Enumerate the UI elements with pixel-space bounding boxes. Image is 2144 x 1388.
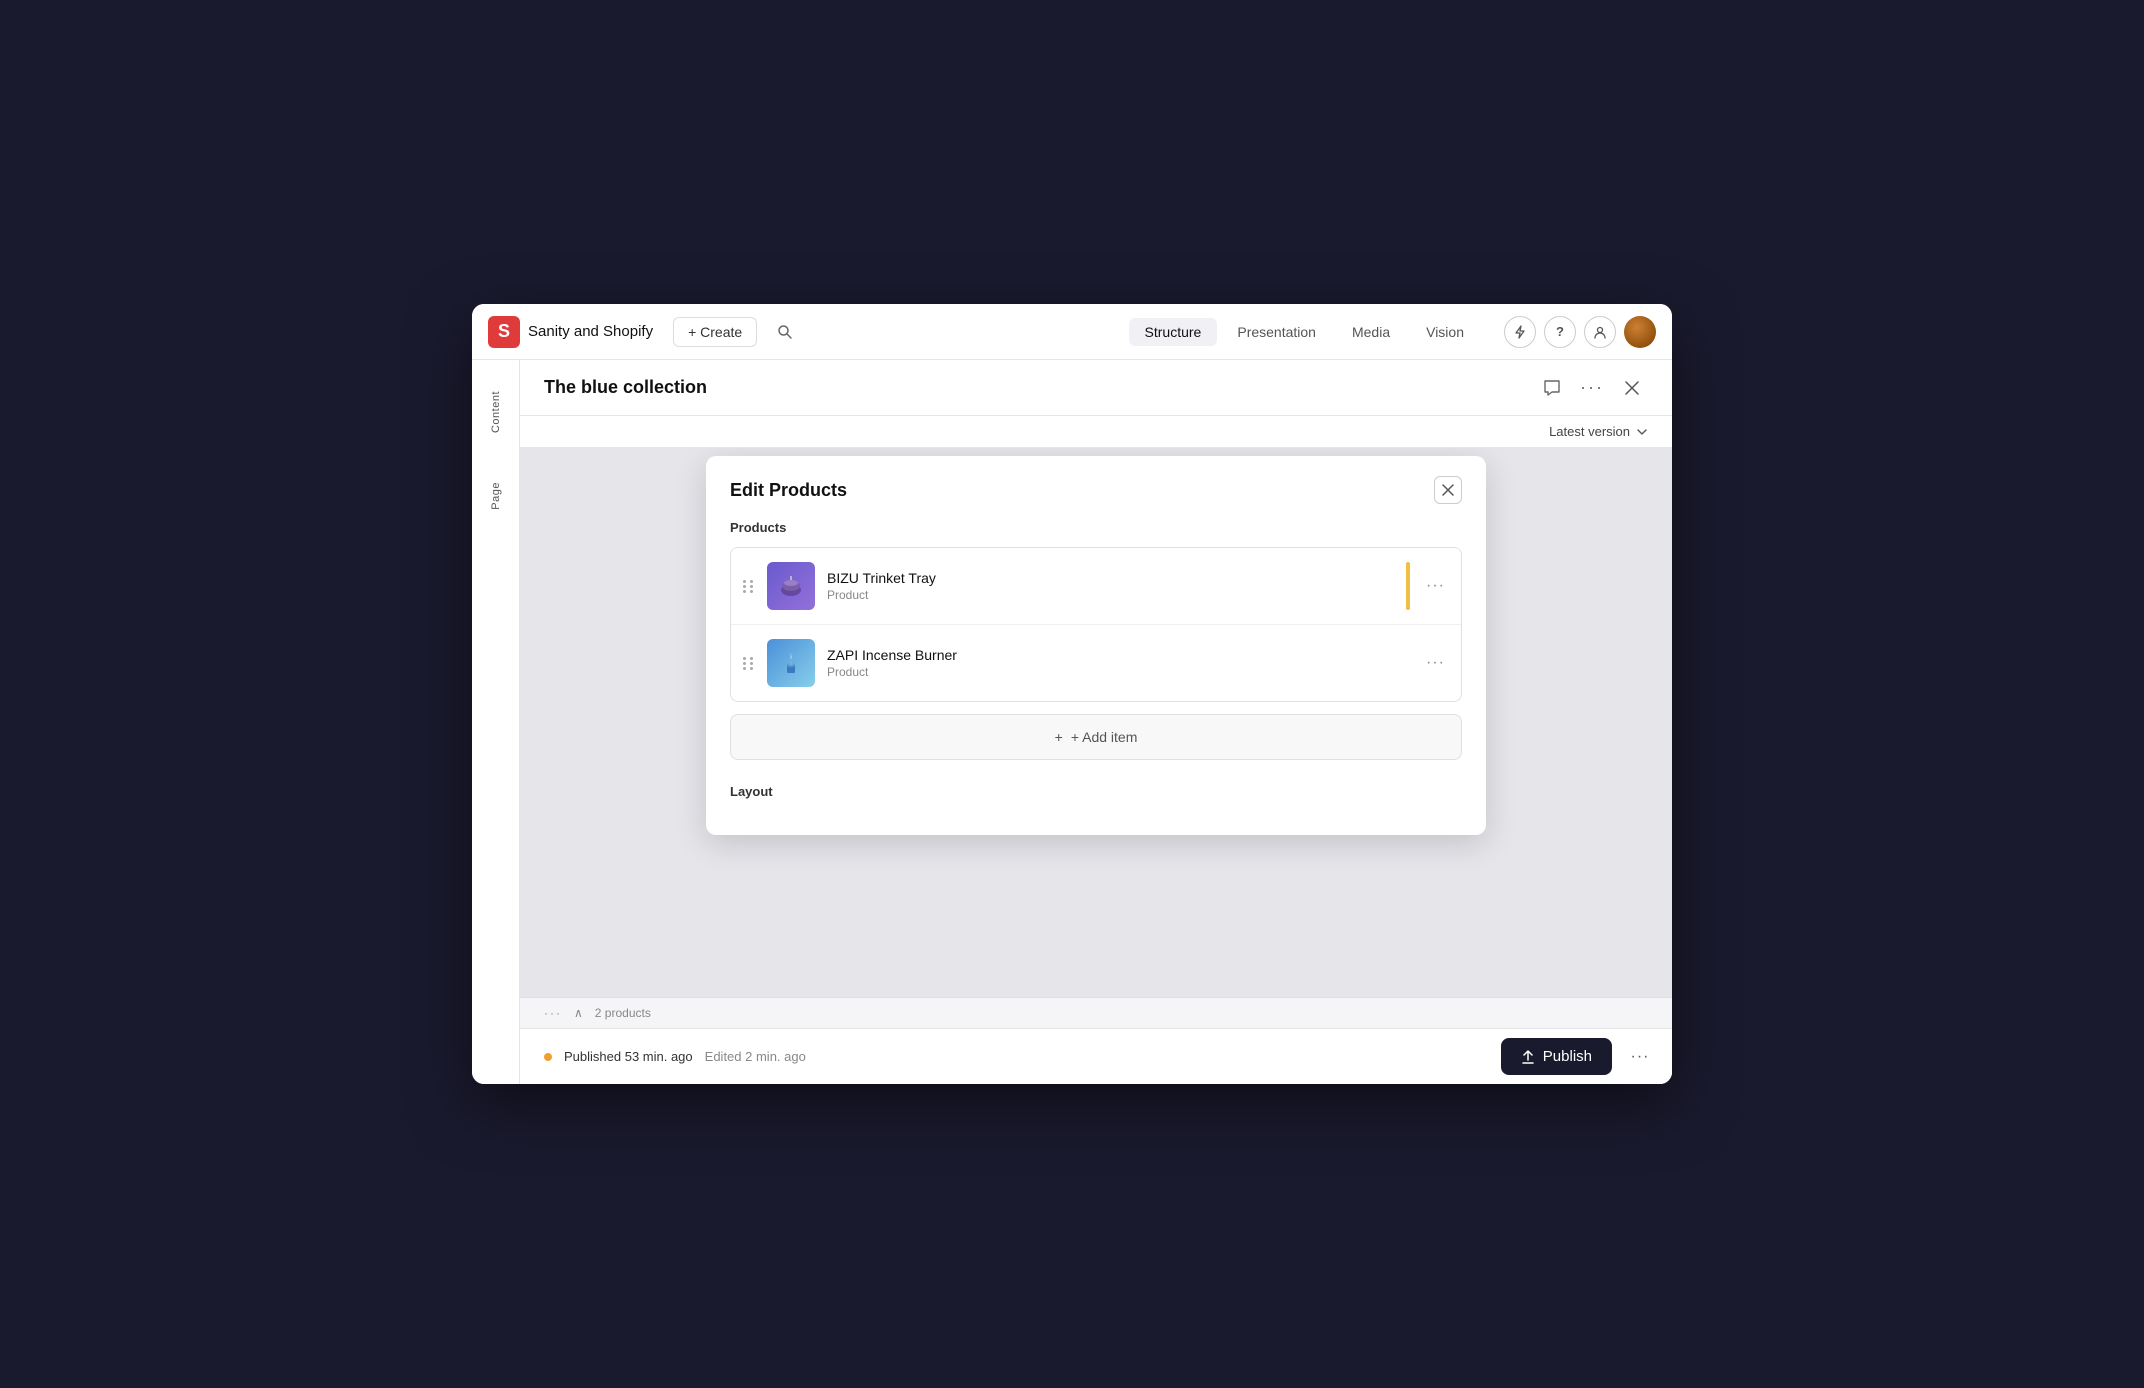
publish-button-label: Publish bbox=[1543, 1048, 1592, 1065]
lightning-icon-button[interactable] bbox=[1504, 316, 1536, 348]
sub-bottom-bar: ··· ∧ 2 products bbox=[520, 997, 1672, 1028]
brand-name: Sanity and Shopify bbox=[528, 323, 653, 340]
close-panel-button[interactable] bbox=[1616, 372, 1648, 404]
nav-actions: ? bbox=[1504, 316, 1656, 348]
content-tab-label: Content bbox=[490, 391, 502, 433]
edited-status-text: Edited 2 min. ago bbox=[705, 1049, 806, 1064]
products-section-label: Products bbox=[730, 520, 1462, 535]
add-item-label: + Add item bbox=[1071, 729, 1138, 745]
product-info-zapi: ZAPI Incense Burner Product bbox=[827, 647, 1410, 679]
product-info-bizu: BIZU Trinket Tray Product bbox=[827, 570, 1394, 602]
document-header: The blue collection ··· bbox=[520, 360, 1672, 416]
bottom-more-button[interactable]: ··· bbox=[1624, 1041, 1656, 1073]
published-status-text: Published 53 min. ago bbox=[564, 1049, 693, 1064]
products-count-label: 2 products bbox=[595, 1006, 651, 1020]
product-type-zapi: Product bbox=[827, 665, 1410, 679]
drag-handle-zapi[interactable] bbox=[743, 657, 755, 670]
product-thumb-zapi bbox=[767, 639, 815, 687]
modal-body: Products bbox=[706, 520, 1486, 835]
drag-handle-bizu[interactable] bbox=[743, 580, 755, 593]
layout-section-label: Layout bbox=[730, 784, 1462, 799]
page-tab-label: Page bbox=[490, 482, 502, 510]
status-dot bbox=[544, 1053, 552, 1061]
version-label: Latest version bbox=[1549, 424, 1630, 439]
brand-area: S Sanity and Shopify bbox=[488, 316, 653, 348]
tab-structure[interactable]: Structure bbox=[1129, 318, 1218, 346]
content-panel: The blue collection ··· bbox=[520, 360, 1672, 1084]
product-more-button-bizu[interactable]: ··· bbox=[1422, 573, 1449, 599]
bottom-bar: Published 53 min. ago Edited 2 min. ago … bbox=[520, 1028, 1672, 1084]
edit-products-modal: Edit Products Products bbox=[706, 456, 1486, 835]
modal-header: Edit Products bbox=[706, 456, 1486, 520]
product-item-bizu: BIZU Trinket Tray Product ··· bbox=[731, 548, 1461, 625]
create-button[interactable]: + Create bbox=[673, 317, 757, 347]
sidebar-tabs: Content Page bbox=[472, 360, 520, 1084]
user-icon-button[interactable] bbox=[1584, 316, 1616, 348]
nav-tabs: Structure Presentation Media Vision bbox=[1129, 318, 1480, 346]
top-navigation: S Sanity and Shopify + Create Structure … bbox=[472, 304, 1672, 360]
comment-button[interactable] bbox=[1536, 372, 1568, 404]
version-bar: Latest version bbox=[520, 416, 1672, 448]
modal-title: Edit Products bbox=[730, 480, 847, 501]
tab-media[interactable]: Media bbox=[1336, 318, 1406, 346]
document-actions: ··· bbox=[1536, 372, 1648, 404]
help-icon-button[interactable]: ? bbox=[1544, 316, 1576, 348]
product-name-bizu: BIZU Trinket Tray bbox=[827, 570, 1394, 586]
products-list: BIZU Trinket Tray Product ··· bbox=[730, 547, 1462, 702]
product-item-zapi: ZAPI Incense Burner Product ··· bbox=[731, 625, 1461, 701]
tab-vision[interactable]: Vision bbox=[1410, 318, 1480, 346]
brand-logo: S bbox=[488, 316, 520, 348]
modal-overlay: Edit Products Products bbox=[520, 448, 1672, 997]
product-type-bizu: Product bbox=[827, 588, 1394, 602]
add-item-plus-icon: + bbox=[1055, 729, 1063, 745]
chevron-up-icon: ∧ bbox=[574, 1006, 583, 1020]
document-body[interactable]: Edit Products Products bbox=[520, 448, 1672, 997]
modal-close-button[interactable] bbox=[1434, 476, 1462, 504]
publish-button[interactable]: Publish bbox=[1501, 1038, 1612, 1075]
product-name-zapi: ZAPI Incense Burner bbox=[827, 647, 1410, 663]
user-avatar[interactable] bbox=[1624, 316, 1656, 348]
tab-presentation[interactable]: Presentation bbox=[1221, 318, 1332, 346]
document-title: The blue collection bbox=[544, 377, 1536, 398]
main-area: Content Page The blue collection ··· bbox=[472, 360, 1672, 1084]
version-selector[interactable]: Latest version bbox=[1549, 424, 1648, 439]
product-thumb-bizu bbox=[767, 562, 815, 610]
more-options-button[interactable]: ··· bbox=[1576, 372, 1608, 404]
sub-more-icon: ··· bbox=[544, 1006, 562, 1020]
product-more-button-zapi[interactable]: ··· bbox=[1422, 650, 1449, 676]
sidebar-item-page[interactable]: Page bbox=[478, 456, 514, 536]
app-window: S Sanity and Shopify + Create Structure … bbox=[472, 304, 1672, 1084]
help-icon: ? bbox=[1556, 324, 1564, 339]
sidebar-item-content[interactable]: Content bbox=[478, 372, 514, 452]
right-border-bizu bbox=[1406, 562, 1410, 610]
search-button[interactable] bbox=[769, 316, 801, 348]
layout-section: Layout bbox=[730, 784, 1462, 799]
add-item-button[interactable]: + + Add item bbox=[730, 714, 1462, 760]
